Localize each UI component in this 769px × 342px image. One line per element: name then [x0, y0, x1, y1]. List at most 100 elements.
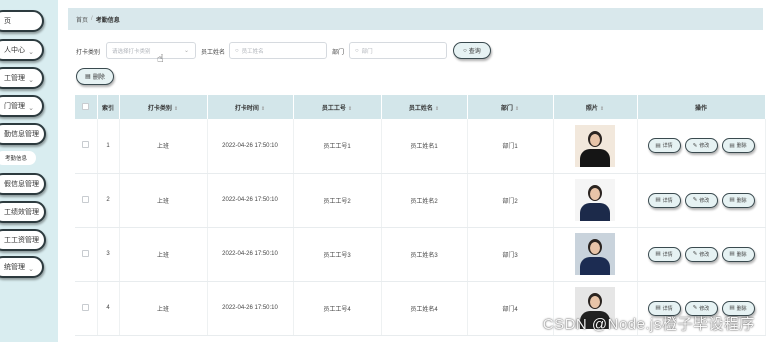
document-icon: ▤ [655, 142, 661, 149]
punch-type-select[interactable]: 请选择打卡类别 ⌄ [106, 42, 196, 59]
cell-employee-no: 员工工号2 [293, 173, 382, 228]
sidebar-item-label: 工绩效管理 [4, 209, 39, 216]
chevron-down-icon: ⌄ [28, 266, 34, 273]
breadcrumb-current: 考勤信息 [95, 17, 120, 24]
cell-employee-name: 员工姓名1 [381, 119, 468, 174]
sidebar-item-attendance-management[interactable]: 勤信息管理 [0, 123, 46, 145]
column-header-label: 员工工号 [321, 105, 346, 112]
edit-label: 修改 [699, 143, 710, 150]
select-all-checkbox[interactable] [82, 102, 90, 110]
edit-button[interactable]: ✎ 修改 [684, 138, 718, 154]
sort-icon: ⇕ [173, 105, 179, 112]
breadcrumb-home[interactable]: 首页 [76, 15, 88, 24]
column-header-sortable[interactable]: 员工工号 ⇕ [293, 95, 382, 119]
cell-employee-name: 员工姓名2 [381, 173, 468, 228]
column-header-sortable[interactable]: 打卡时间 ⇕ [207, 95, 294, 119]
column-header-sortable[interactable]: 照片 ⇕ [553, 95, 638, 119]
sidebar-item-department-management[interactable]: 门管理 ⌄ [0, 95, 44, 117]
sidebar-item-leave-management[interactable]: 假信息管理 [0, 173, 46, 195]
detail-button[interactable]: ▤ 详情 [647, 246, 681, 262]
trash-icon: ▤ [729, 197, 735, 203]
sidebar-item-salary-management[interactable]: 工工资管理 [0, 229, 46, 251]
detail-label: 详情 [662, 251, 673, 258]
sort-icon: ⇕ [347, 105, 353, 112]
employee-photo [575, 233, 615, 275]
cell-punch-time: 2022-04-26 17:50:10 [207, 227, 294, 282]
column-header-sortable[interactable]: 打卡类别 ⇕ [119, 95, 208, 119]
chevron-down-icon: ⌄ [183, 48, 189, 54]
sidebar-item-label: 统管理 [4, 264, 25, 271]
column-header-label: 员工姓名 [408, 105, 433, 112]
document-icon: ▤ [655, 197, 661, 203]
row-checkbox[interactable] [82, 303, 90, 311]
employee-name-placeholder: 员工姓名 [241, 48, 264, 55]
column-header-sortable[interactable]: 部门 ⇕ [467, 95, 554, 119]
column-header-sortable[interactable]: 员工姓名 ⇕ [381, 95, 468, 119]
sort-icon: ⇕ [434, 105, 440, 112]
column-header-label: 照片 [585, 105, 598, 112]
detail-button[interactable]: ▤ 详情 [647, 138, 681, 154]
edit-icon: ✎ [692, 142, 698, 149]
search-icon: ○ [463, 47, 467, 54]
cell-index: 2 [97, 173, 120, 228]
column-header: 操作 [637, 95, 766, 119]
bulk-delete-button[interactable]: ▤ 删除 [76, 68, 114, 85]
edit-icon: ✎ [692, 305, 698, 311]
row-checkbox[interactable] [82, 195, 90, 203]
chevron-down-icon: ⌄ [28, 49, 34, 56]
employee-name-label: 员工姓名 [201, 50, 226, 56]
punch-type-label: 打卡类别 [76, 50, 101, 56]
employee-photo [575, 124, 615, 167]
watermark: CSDN @Node.js橙子毕设程序 [542, 316, 755, 333]
search-icon: ○ [355, 47, 359, 54]
search-button[interactable]: ○ 查询 [453, 42, 491, 59]
sidebar-subitem-attendance-info[interactable]: 考勤信息 [0, 151, 36, 165]
edit-button[interactable]: ✎ 修改 [684, 246, 718, 262]
edit-label: 修改 [699, 197, 710, 204]
detail-button[interactable]: ▤ 详情 [647, 192, 681, 208]
department-input[interactable]: ○ 部门 [349, 42, 447, 59]
sidebar-item-employee-management[interactable]: 工管理 ⌄ [0, 67, 44, 89]
sort-icon: ⇕ [599, 105, 605, 112]
edit-label: 修改 [699, 251, 710, 258]
delete-button[interactable]: ▤ 删除 [721, 138, 755, 154]
cell-department: 部门3 [467, 227, 554, 282]
punch-type-placeholder: 请选择打卡类别 [112, 48, 151, 55]
department-placeholder: 部门 [361, 48, 373, 55]
edit-button[interactable]: ✎ 修改 [684, 192, 718, 208]
delete-label: 删除 [736, 305, 747, 312]
cell-department: 部门4 [467, 281, 554, 336]
cell-employee-no: 员工工号1 [293, 119, 382, 174]
employee-photo [575, 179, 615, 221]
cell-index: 3 [97, 227, 120, 282]
delete-button[interactable]: ▤ 删除 [721, 192, 755, 208]
delete-label: 删除 [736, 251, 747, 258]
sort-icon: ⇕ [260, 105, 266, 112]
cell-employee-name: 员工姓名4 [381, 281, 468, 336]
cell-punch-type: 上班 [119, 119, 208, 174]
row-checkbox[interactable] [82, 249, 90, 257]
search-button-label: 查询 [468, 49, 481, 55]
sidebar-item-system-management[interactable]: 统管理 ⌄ [0, 256, 44, 278]
sidebar-item-label: 工管理 [4, 75, 25, 82]
detail-label: 详情 [662, 305, 673, 312]
employee-name-input[interactable]: ○ 员工姓名 [229, 42, 327, 59]
detail-label: 详情 [662, 143, 673, 150]
bulk-delete-label: 删除 [92, 75, 105, 81]
edit-icon: ✎ [692, 197, 698, 203]
delete-button[interactable]: ▤ 删除 [721, 246, 755, 262]
edit-icon: ✎ [692, 251, 698, 257]
delete-label: 删除 [736, 197, 747, 204]
sidebar-item-home[interactable]: 页 [0, 10, 44, 32]
sidebar-item-personal-center[interactable]: 人中心 ⌄ [0, 39, 44, 61]
sidebar-item-label: 门管理 [4, 103, 25, 110]
cell-index: 1 [97, 119, 120, 174]
breadcrumb-separator: / [91, 16, 93, 22]
trash-icon: ▤ [729, 251, 735, 257]
sidebar-item-performance-management[interactable]: 工绩效管理 [0, 201, 46, 223]
table-header-row: 索引 打卡类别 ⇕ 打卡时间 ⇕ 员工工号 ⇕ 员工姓名 ⇕ 部门 ⇕ 照片 ⇕ 操作 [75, 95, 766, 119]
select-all-header[interactable] [75, 95, 98, 119]
sidebar-item-label: 页 [4, 18, 11, 25]
row-checkbox[interactable] [82, 141, 90, 149]
delete-label: 删除 [736, 143, 747, 150]
